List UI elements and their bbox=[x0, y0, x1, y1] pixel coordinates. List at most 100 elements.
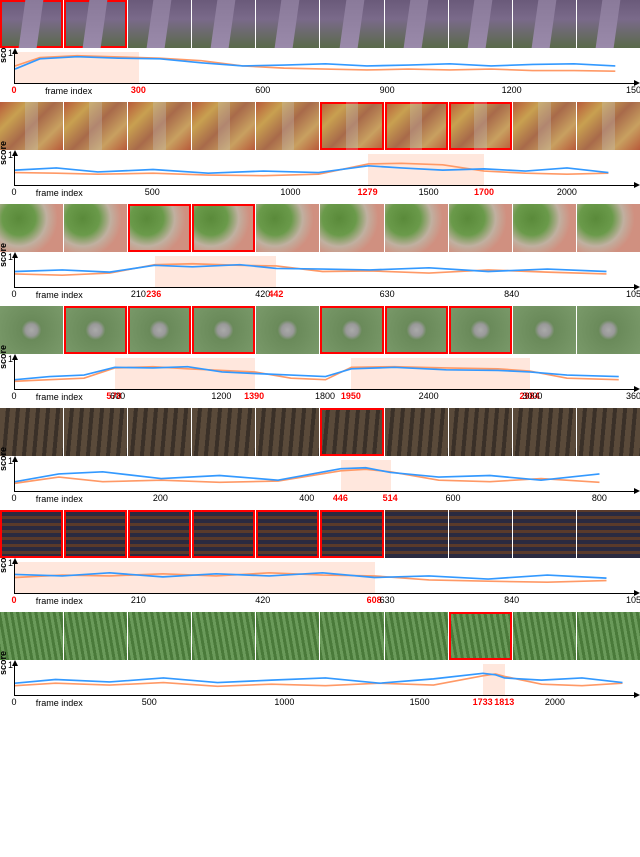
thumbnail bbox=[385, 408, 448, 456]
thumbnail bbox=[577, 102, 640, 150]
x-tick: 500 bbox=[145, 187, 160, 197]
thumbnail bbox=[64, 204, 127, 252]
thumbnail bbox=[128, 0, 191, 48]
x-tick: 1000 bbox=[274, 697, 294, 707]
score-chart: score10578600120013901800195024002984300… bbox=[0, 356, 640, 402]
thumbnail bbox=[256, 612, 319, 660]
thumbnail bbox=[577, 306, 640, 354]
highlight-tick: 0 bbox=[11, 595, 16, 605]
highlight-tick: 1390 bbox=[244, 391, 264, 401]
thumbnail bbox=[449, 408, 512, 456]
x-tick: 1500 bbox=[419, 187, 439, 197]
thumbnail bbox=[320, 102, 383, 150]
x-tick: 0 bbox=[11, 187, 16, 197]
x-tick: 600 bbox=[446, 493, 461, 503]
thumbnail bbox=[192, 612, 255, 660]
highlight-tick: 0 bbox=[11, 85, 16, 95]
thumbnail bbox=[0, 0, 63, 48]
line-plot bbox=[15, 154, 636, 185]
y-axis-label: score bbox=[0, 447, 8, 471]
x-tick: 3600 bbox=[626, 391, 640, 401]
line-plot bbox=[15, 358, 636, 389]
line-plot bbox=[15, 562, 636, 593]
thumbnail bbox=[192, 408, 255, 456]
thumbnail bbox=[0, 408, 63, 456]
thumbnail-row bbox=[0, 408, 640, 456]
x-tick: 420 bbox=[255, 595, 270, 605]
plot-area bbox=[14, 664, 636, 696]
x-tick: 630 bbox=[380, 289, 395, 299]
score-chart: score102102364204426308401050frame index bbox=[0, 254, 640, 300]
thumbnail bbox=[320, 0, 383, 48]
thumbnail bbox=[513, 102, 576, 150]
y-axis-arrow-icon bbox=[12, 150, 18, 156]
series-line bbox=[15, 367, 619, 380]
thumbnail bbox=[0, 306, 63, 354]
plot-area bbox=[14, 562, 636, 594]
plot-area bbox=[14, 52, 636, 84]
x-axis-label: frame index bbox=[36, 494, 83, 504]
thumbnail-row bbox=[0, 306, 640, 354]
thumbnail bbox=[128, 612, 191, 660]
x-tick: 1200 bbox=[502, 85, 522, 95]
thumbnail bbox=[128, 204, 191, 252]
thumbnail bbox=[0, 102, 63, 150]
x-axis: 057860012001390180019502400298430003600f… bbox=[14, 391, 636, 402]
highlight-tick: 1950 bbox=[341, 391, 361, 401]
highlight-tick: 442 bbox=[268, 289, 283, 299]
highlight-tick: 1813 bbox=[494, 697, 514, 707]
thumbnail bbox=[256, 204, 319, 252]
x-tick: 1500 bbox=[410, 697, 430, 707]
x-tick: 600 bbox=[110, 391, 125, 401]
thumbnail bbox=[513, 612, 576, 660]
thumbnail bbox=[449, 612, 512, 660]
thumbnail bbox=[385, 0, 448, 48]
y-axis-label: score bbox=[0, 651, 8, 675]
x-tick: 1500 bbox=[626, 85, 640, 95]
x-axis-label: frame index bbox=[36, 698, 83, 708]
thumbnail bbox=[192, 204, 255, 252]
thumbnail bbox=[513, 306, 576, 354]
thumbnail bbox=[320, 408, 383, 456]
thumbnail-row bbox=[0, 204, 640, 252]
thumbnail bbox=[64, 102, 127, 150]
thumbnail bbox=[128, 306, 191, 354]
thumbnail bbox=[577, 0, 640, 48]
thumbnail bbox=[449, 0, 512, 48]
x-axis-label: frame index bbox=[36, 188, 83, 198]
thumbnail bbox=[577, 408, 640, 456]
x-axis: 050010001279150017002000frame index bbox=[14, 187, 636, 198]
thumbnail bbox=[513, 204, 576, 252]
plot-area bbox=[14, 460, 636, 492]
x-tick: 210 bbox=[131, 595, 146, 605]
score-chart: score102104206086308401050frame index bbox=[0, 560, 640, 606]
highlight-tick: 236 bbox=[146, 289, 161, 299]
thumbnail bbox=[256, 0, 319, 48]
thumbnail bbox=[256, 510, 319, 558]
x-tick: 0 bbox=[11, 391, 16, 401]
x-axis: 0200400446514600800frame index bbox=[14, 493, 636, 504]
plot-area bbox=[14, 358, 636, 390]
thumbnail bbox=[385, 612, 448, 660]
series-line bbox=[15, 163, 608, 175]
x-tick: 210 bbox=[131, 289, 146, 299]
thumbnail bbox=[385, 306, 448, 354]
thumbnail bbox=[64, 408, 127, 456]
thumbnail bbox=[0, 612, 63, 660]
thumbnail bbox=[513, 510, 576, 558]
highlight-tick: 514 bbox=[383, 493, 398, 503]
x-tick: 1050 bbox=[626, 289, 640, 299]
x-axis: 050010001500173318132000frame index bbox=[14, 697, 636, 708]
thumbnail bbox=[128, 510, 191, 558]
x-tick: 0 bbox=[11, 289, 16, 299]
line-plot bbox=[15, 664, 636, 695]
score-chart: score1030060090012001500frame index bbox=[0, 50, 640, 96]
y-axis-label: score bbox=[0, 345, 8, 369]
x-tick: 900 bbox=[380, 85, 395, 95]
x-tick: 600 bbox=[255, 85, 270, 95]
thumbnail-row bbox=[0, 102, 640, 150]
score-chart: score1050010001279150017002000frame inde… bbox=[0, 152, 640, 198]
thumbnail bbox=[256, 306, 319, 354]
score-chart: score10200400446514600800frame index bbox=[0, 458, 640, 504]
y-axis-arrow-icon bbox=[12, 48, 18, 54]
